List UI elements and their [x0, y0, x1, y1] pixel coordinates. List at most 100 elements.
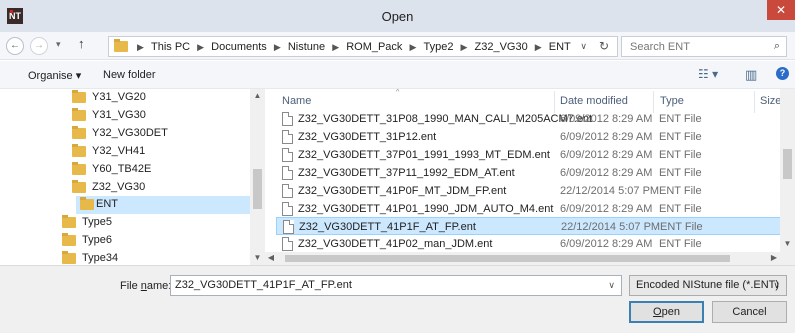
- file-list-scrollbar[interactable]: ▼: [780, 89, 795, 265]
- file-date: 22/12/2014 5:07 PM: [561, 221, 661, 233]
- file-icon: [282, 130, 293, 144]
- file-icon: [282, 202, 293, 216]
- file-date: 22/12/2014 5:07 PM: [560, 185, 660, 197]
- file-icon: [283, 220, 294, 234]
- column-header-date[interactable]: Date modified: [560, 95, 628, 107]
- file-name: Z32_VG30DETT_41P02_man_JDM.ent: [298, 238, 493, 250]
- tree-item[interactable]: Y60_TB42E: [72, 161, 242, 179]
- file-type: ENT File: [659, 149, 702, 161]
- up-arrow-icon[interactable]: ↑: [78, 36, 85, 51]
- back-button[interactable]: ←: [6, 37, 24, 55]
- file-date: 6/09/2012 8:29 AM: [560, 149, 653, 161]
- file-type: ENT File: [659, 203, 702, 215]
- folder-icon: [62, 233, 76, 246]
- tree-item[interactable]: Y32_VH41: [72, 143, 242, 161]
- file-row[interactable]: Z32_VG30DETT_41P02_man_JDM.ent 6/09/2012…: [276, 235, 786, 253]
- file-icon: [282, 237, 293, 251]
- tree-scrollbar[interactable]: ▲ ▼: [250, 89, 265, 265]
- search-input[interactable]: Search ENT ⌕: [621, 36, 787, 57]
- breadcrumb-item[interactable]: Z32_VG30: [475, 41, 528, 53]
- folder-icon: [72, 126, 86, 139]
- file-name: Z32_VG30DETT_37P01_1991_1993_MT_EDM.ent: [298, 149, 550, 161]
- folder-icon: [114, 39, 128, 52]
- forward-button[interactable]: →: [30, 37, 48, 55]
- folder-icon: [72, 108, 86, 121]
- open-label: pen: [661, 306, 680, 318]
- search-icon[interactable]: ⌕: [774, 40, 780, 53]
- recent-locations-icon[interactable]: ▾: [56, 39, 61, 50]
- column-header-size[interactable]: Size: [760, 95, 781, 107]
- breadcrumb-item[interactable]: ENT: [549, 41, 571, 53]
- tree-item-label: Type6: [82, 234, 112, 246]
- open-button[interactable]: Open: [629, 301, 704, 323]
- breadcrumb-item[interactable]: ROM_Pack: [346, 41, 402, 53]
- file-row[interactable]: Z32_VG30DETT_41P0F_MT_JDM_FP.ent 22/12/2…: [276, 182, 786, 200]
- folder-icon: [62, 251, 76, 264]
- tree-item[interactable]: Type6: [62, 232, 242, 250]
- window-title: Open: [381, 9, 414, 24]
- filename-label-text: File: [120, 280, 141, 292]
- file-row[interactable]: Z32_VG30DETT_37P11_1992_EDM_AT.ent 6/09/…: [276, 164, 786, 182]
- file-row[interactable]: Z32_VG30DETT_41P01_1990_JDM_AUTO_M4.ent …: [276, 200, 786, 218]
- tree-item[interactable]: Z32_VG30: [72, 179, 242, 197]
- file-row[interactable]: Z32_VG30DETT_37P01_1991_1993_MT_EDM.ent …: [276, 146, 786, 164]
- folder-icon: [72, 162, 86, 175]
- file-type: ENT File: [659, 238, 702, 250]
- file-row[interactable]: Z32_VG30DETT_31P12.ent 6/09/2012 8:29 AM…: [276, 128, 786, 146]
- close-button[interactable]: ✕: [767, 0, 795, 20]
- address-bar[interactable]: ▶ This PC ▶ Documents ▶ Nistune ▶ ROM_Pa…: [108, 36, 618, 57]
- tree-item[interactable]: Y31_VG30: [72, 107, 242, 125]
- scroll-right-icon[interactable]: ▶: [768, 253, 780, 262]
- filename-input[interactable]: Z32_VG30DETT_41P1F_AT_FP.ent ∨: [170, 275, 622, 296]
- file-date: 6/09/2012 8:29 AM: [560, 113, 653, 125]
- column-header-type[interactable]: Type: [660, 95, 684, 107]
- scroll-thumb[interactable]: [783, 149, 792, 179]
- tree-item[interactable]: Y31_VG20: [72, 89, 242, 107]
- file-type: ENT File: [659, 131, 702, 143]
- column-header-name[interactable]: Name: [282, 95, 311, 107]
- sort-indicator-icon: ^: [396, 89, 400, 96]
- tree-item[interactable]: Type5: [62, 214, 242, 232]
- address-dropdown-icon[interactable]: ∨: [580, 41, 587, 52]
- breadcrumb-separator: ▶: [534, 42, 542, 52]
- file-icon: [282, 166, 293, 180]
- scroll-down-icon[interactable]: ▼: [250, 253, 265, 262]
- horizontal-scrollbar[interactable]: ◀ ▶: [265, 252, 780, 265]
- chevron-down-icon[interactable]: ∨: [773, 280, 780, 291]
- filetype-select[interactable]: Encoded NIStune file (*.ENT) ∨: [629, 275, 787, 296]
- refresh-icon[interactable]: ↻: [599, 39, 609, 53]
- tree-item-label: ENT: [96, 198, 118, 210]
- file-name: Z32_VG30DETT_31P12.ent: [298, 131, 437, 143]
- new-folder-button[interactable]: New folder: [103, 69, 156, 81]
- scroll-thumb[interactable]: [253, 169, 262, 209]
- change-view-icon[interactable]: ☷ ▾: [698, 67, 718, 81]
- breadcrumb-separator: ▶: [273, 42, 281, 52]
- file-icon: [282, 112, 293, 126]
- breadcrumb-item[interactable]: Type2: [423, 41, 453, 53]
- chevron-down-icon[interactable]: ∨: [608, 280, 615, 291]
- scroll-thumb[interactable]: [285, 255, 730, 262]
- breadcrumb-item[interactable]: Documents: [211, 41, 267, 53]
- open-accel: O: [653, 306, 662, 318]
- breadcrumb-separator: ▶: [409, 42, 417, 52]
- scroll-left-icon[interactable]: ◀: [265, 253, 277, 262]
- file-type: ENT File: [659, 113, 702, 125]
- scroll-up-icon[interactable]: ▲: [250, 91, 265, 100]
- file-row[interactable]: Z32_VG30DETT_31P08_1990_MAN_CALI_M205ACM…: [276, 110, 786, 128]
- tree-item[interactable]: Type34: [62, 250, 242, 265]
- organise-button[interactable]: Organise ▾: [28, 69, 81, 82]
- help-icon[interactable]: ?: [776, 67, 789, 80]
- tree-item-label: Y32_VG30DET: [92, 127, 168, 139]
- file-row-selected[interactable]: Z32_VG30DETT_41P1F_AT_FP.ent 22/12/2014 …: [276, 217, 786, 235]
- scroll-down-icon[interactable]: ▼: [780, 239, 795, 248]
- preview-pane-icon[interactable]: ▥: [745, 67, 757, 83]
- tree-item[interactable]: Y32_VG30DET: [72, 125, 242, 143]
- breadcrumb-item[interactable]: Nistune: [288, 41, 325, 53]
- folder-icon: [72, 90, 86, 103]
- file-type: ENT File: [659, 185, 702, 197]
- file-icon: [282, 148, 293, 162]
- tree-item-selected[interactable]: ENT: [76, 196, 250, 214]
- breadcrumb-item[interactable]: This PC: [151, 41, 190, 53]
- cancel-button[interactable]: Cancel: [712, 301, 787, 323]
- breadcrumb-separator: ▶: [137, 42, 144, 52]
